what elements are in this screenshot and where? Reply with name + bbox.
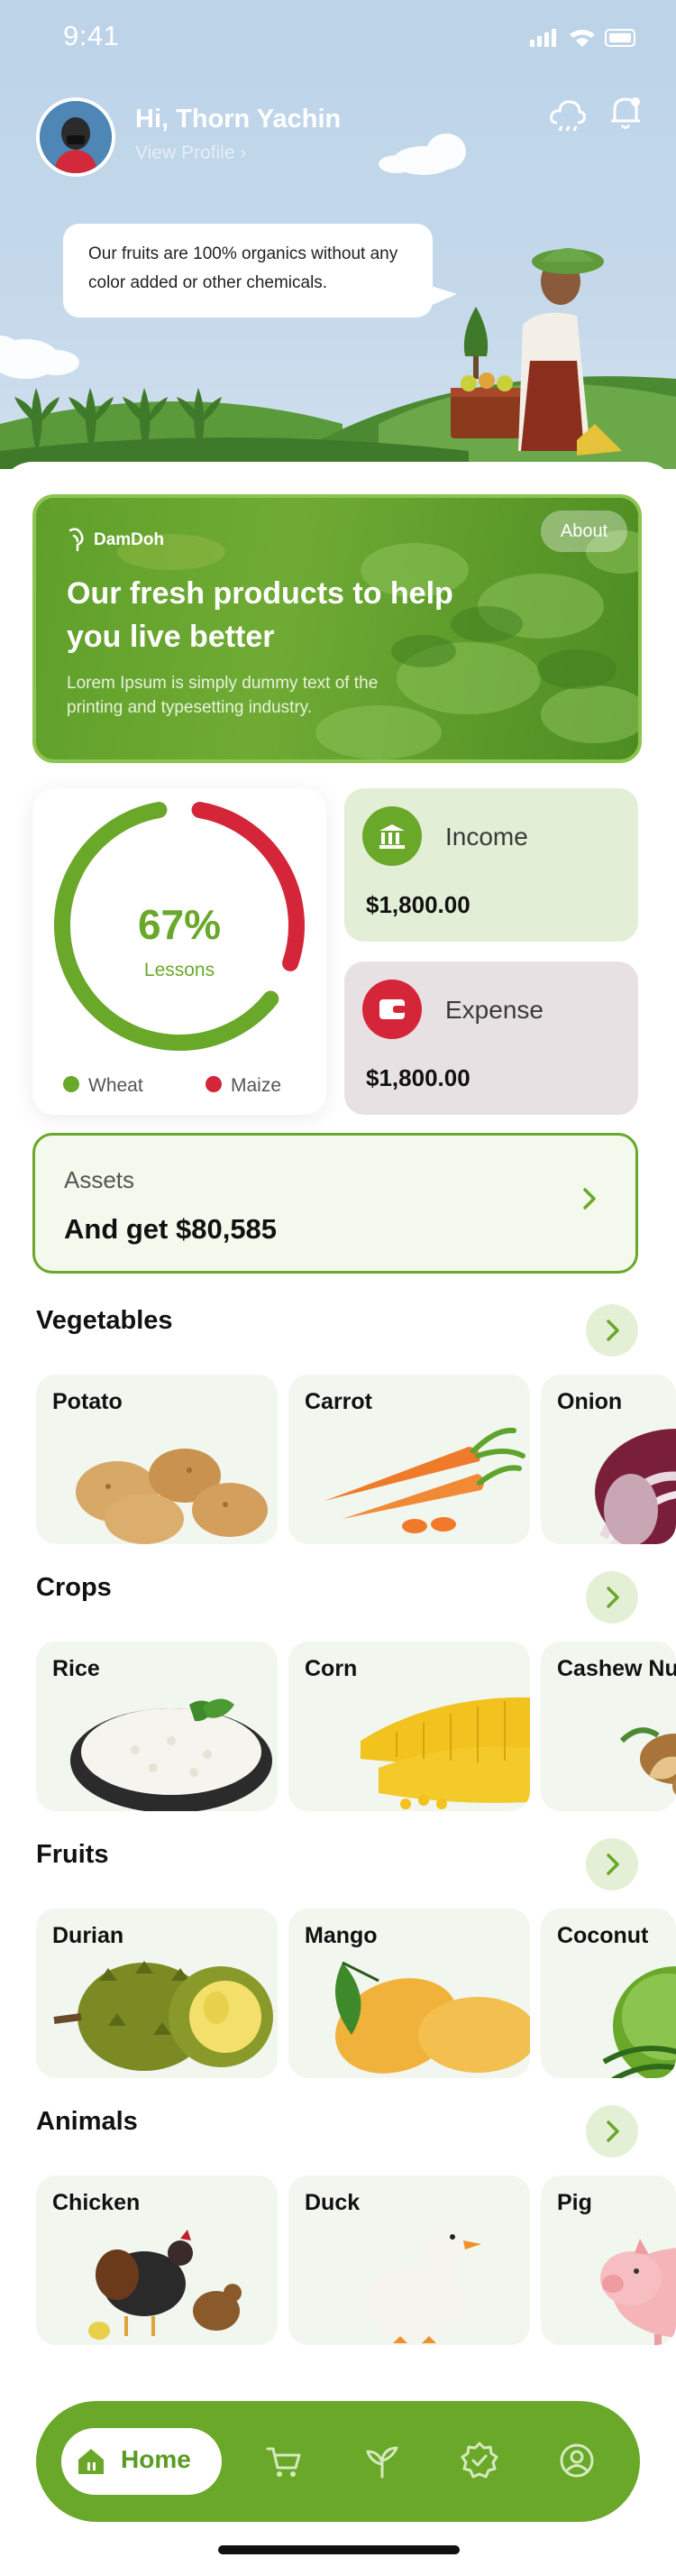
cart-icon[interactable] [265,2444,303,2480]
promo-banner[interactable]: DamDoh Our fresh products to help you li… [32,494,642,763]
greeting-text: Hi, Thorn Yachin [135,105,342,133]
banner-description: Lorem Ipsum is simply dummy text of the … [67,674,379,717]
legend-dot-wheat [63,1076,79,1093]
chevron-right-icon [607,1320,619,1341]
chevron-right-icon [607,2121,619,2142]
status-icons [530,29,635,47]
chevron-right-icon [607,1587,619,1608]
assets-value: And get $80,585 [64,1213,278,1245]
income-card[interactable]: Income $1,800.00 [344,788,638,942]
product-name: Cashew Nut [557,1656,676,1681]
badge-icon[interactable] [460,2441,499,2480]
section-title-animals: Animals [36,2107,138,2136]
product-tile-coconut[interactable]: Coconut [541,1909,676,2078]
bank-icon [362,806,422,866]
product-tile-carrot[interactable]: Carrot [288,1375,530,1544]
product-tile-onion[interactable]: Onion [541,1375,676,1544]
lessons-card: 67% Lessons Wheat Maize [32,788,326,1115]
section-title-fruits: Fruits [36,1840,109,1869]
see-all-animals-button[interactable] [586,2105,638,2157]
assets-label: Assets [64,1166,135,1193]
speech-bubble: Our fruits are 100% organics without any… [63,224,433,317]
bottom-nav: Home [36,2401,640,2522]
product-name: Rice [52,1656,100,1681]
product-name: Corn [305,1656,358,1681]
legend-label: Maize [231,1075,282,1096]
product-tile-potato[interactable]: Potato [36,1375,278,1544]
product-name: Chicken [52,2190,141,2215]
expense-amount: $1,800.00 [366,1064,470,1091]
weather-cloud-icon[interactable] [548,96,588,132]
chevron-right-icon [607,1854,619,1875]
notification-bell-icon[interactable] [607,94,644,132]
product-tile-pig[interactable]: Pig [541,2176,676,2345]
leaf-icon[interactable] [362,2443,402,2480]
product-name: Potato [52,1389,123,1414]
nav-home-button[interactable]: Home [61,2428,222,2495]
profile-icon[interactable] [559,2443,595,2479]
legend-dot-maize [206,1076,222,1093]
see-all-crops-button[interactable] [586,1571,638,1624]
product-tile-chicken[interactable]: Chicken [36,2176,278,2345]
product-name: Coconut [557,1923,649,1948]
product-name: Durian [52,1923,124,1948]
product-name: Duck [305,2190,361,2215]
product-name: Onion [557,1389,623,1414]
see-all-vegetables-button[interactable] [586,1304,638,1357]
product-name: Mango [305,1923,378,1948]
speech-bubble-tail [428,285,457,307]
banner-title: Our fresh products to help you live bett… [67,576,453,654]
product-tile-cashew-nut[interactable]: Cashew Nut [541,1642,676,1811]
hero-header: 9:41 Hi, Thorn Yachin View Profile › Our… [0,0,676,469]
lessons-caption: Lessons [143,960,215,980]
expense-label: Expense [445,996,544,1024]
lessons-percent: 67% [137,901,222,948]
product-tile-rice[interactable]: Rice [36,1642,278,1811]
product-name: Carrot [305,1389,373,1414]
income-amount: $1,800.00 [366,891,470,918]
user-photo [40,101,112,173]
banner-brand: DamDoh [94,530,165,549]
legend-wheat: Wheat [63,1075,143,1097]
home-indicator [218,2545,460,2554]
legend-maize: Maize [206,1075,281,1097]
status-time: 9:41 [63,20,120,51]
wallet-icon [362,980,422,1039]
product-tile-corn[interactable]: Corn [288,1642,530,1811]
home-icon [78,2449,104,2474]
income-label: Income [445,823,528,851]
chevron-right-icon [583,1188,596,1210]
product-tile-duck[interactable]: Duck [288,2176,530,2345]
assets-card[interactable]: Assets And get $80,585 [32,1133,638,1274]
about-button[interactable]: About [541,511,627,552]
expense-card[interactable]: Expense $1,800.00 [344,961,638,1115]
product-tile-mango[interactable]: Mango [288,1909,530,2078]
legend-label: Wheat [88,1075,143,1096]
product-tile-durian[interactable]: Durian [36,1909,278,2078]
section-title-vegetables: Vegetables [36,1306,173,1335]
damdoh-logo-icon [69,528,84,552]
avatar[interactable] [36,97,115,177]
section-title-crops: Crops [36,1573,112,1602]
product-name: Pig [557,2190,592,2215]
nav-home-label: Home [121,2445,191,2473]
see-all-fruits-button[interactable] [586,1838,638,1891]
view-profile-link[interactable]: View Profile › [135,143,246,164]
